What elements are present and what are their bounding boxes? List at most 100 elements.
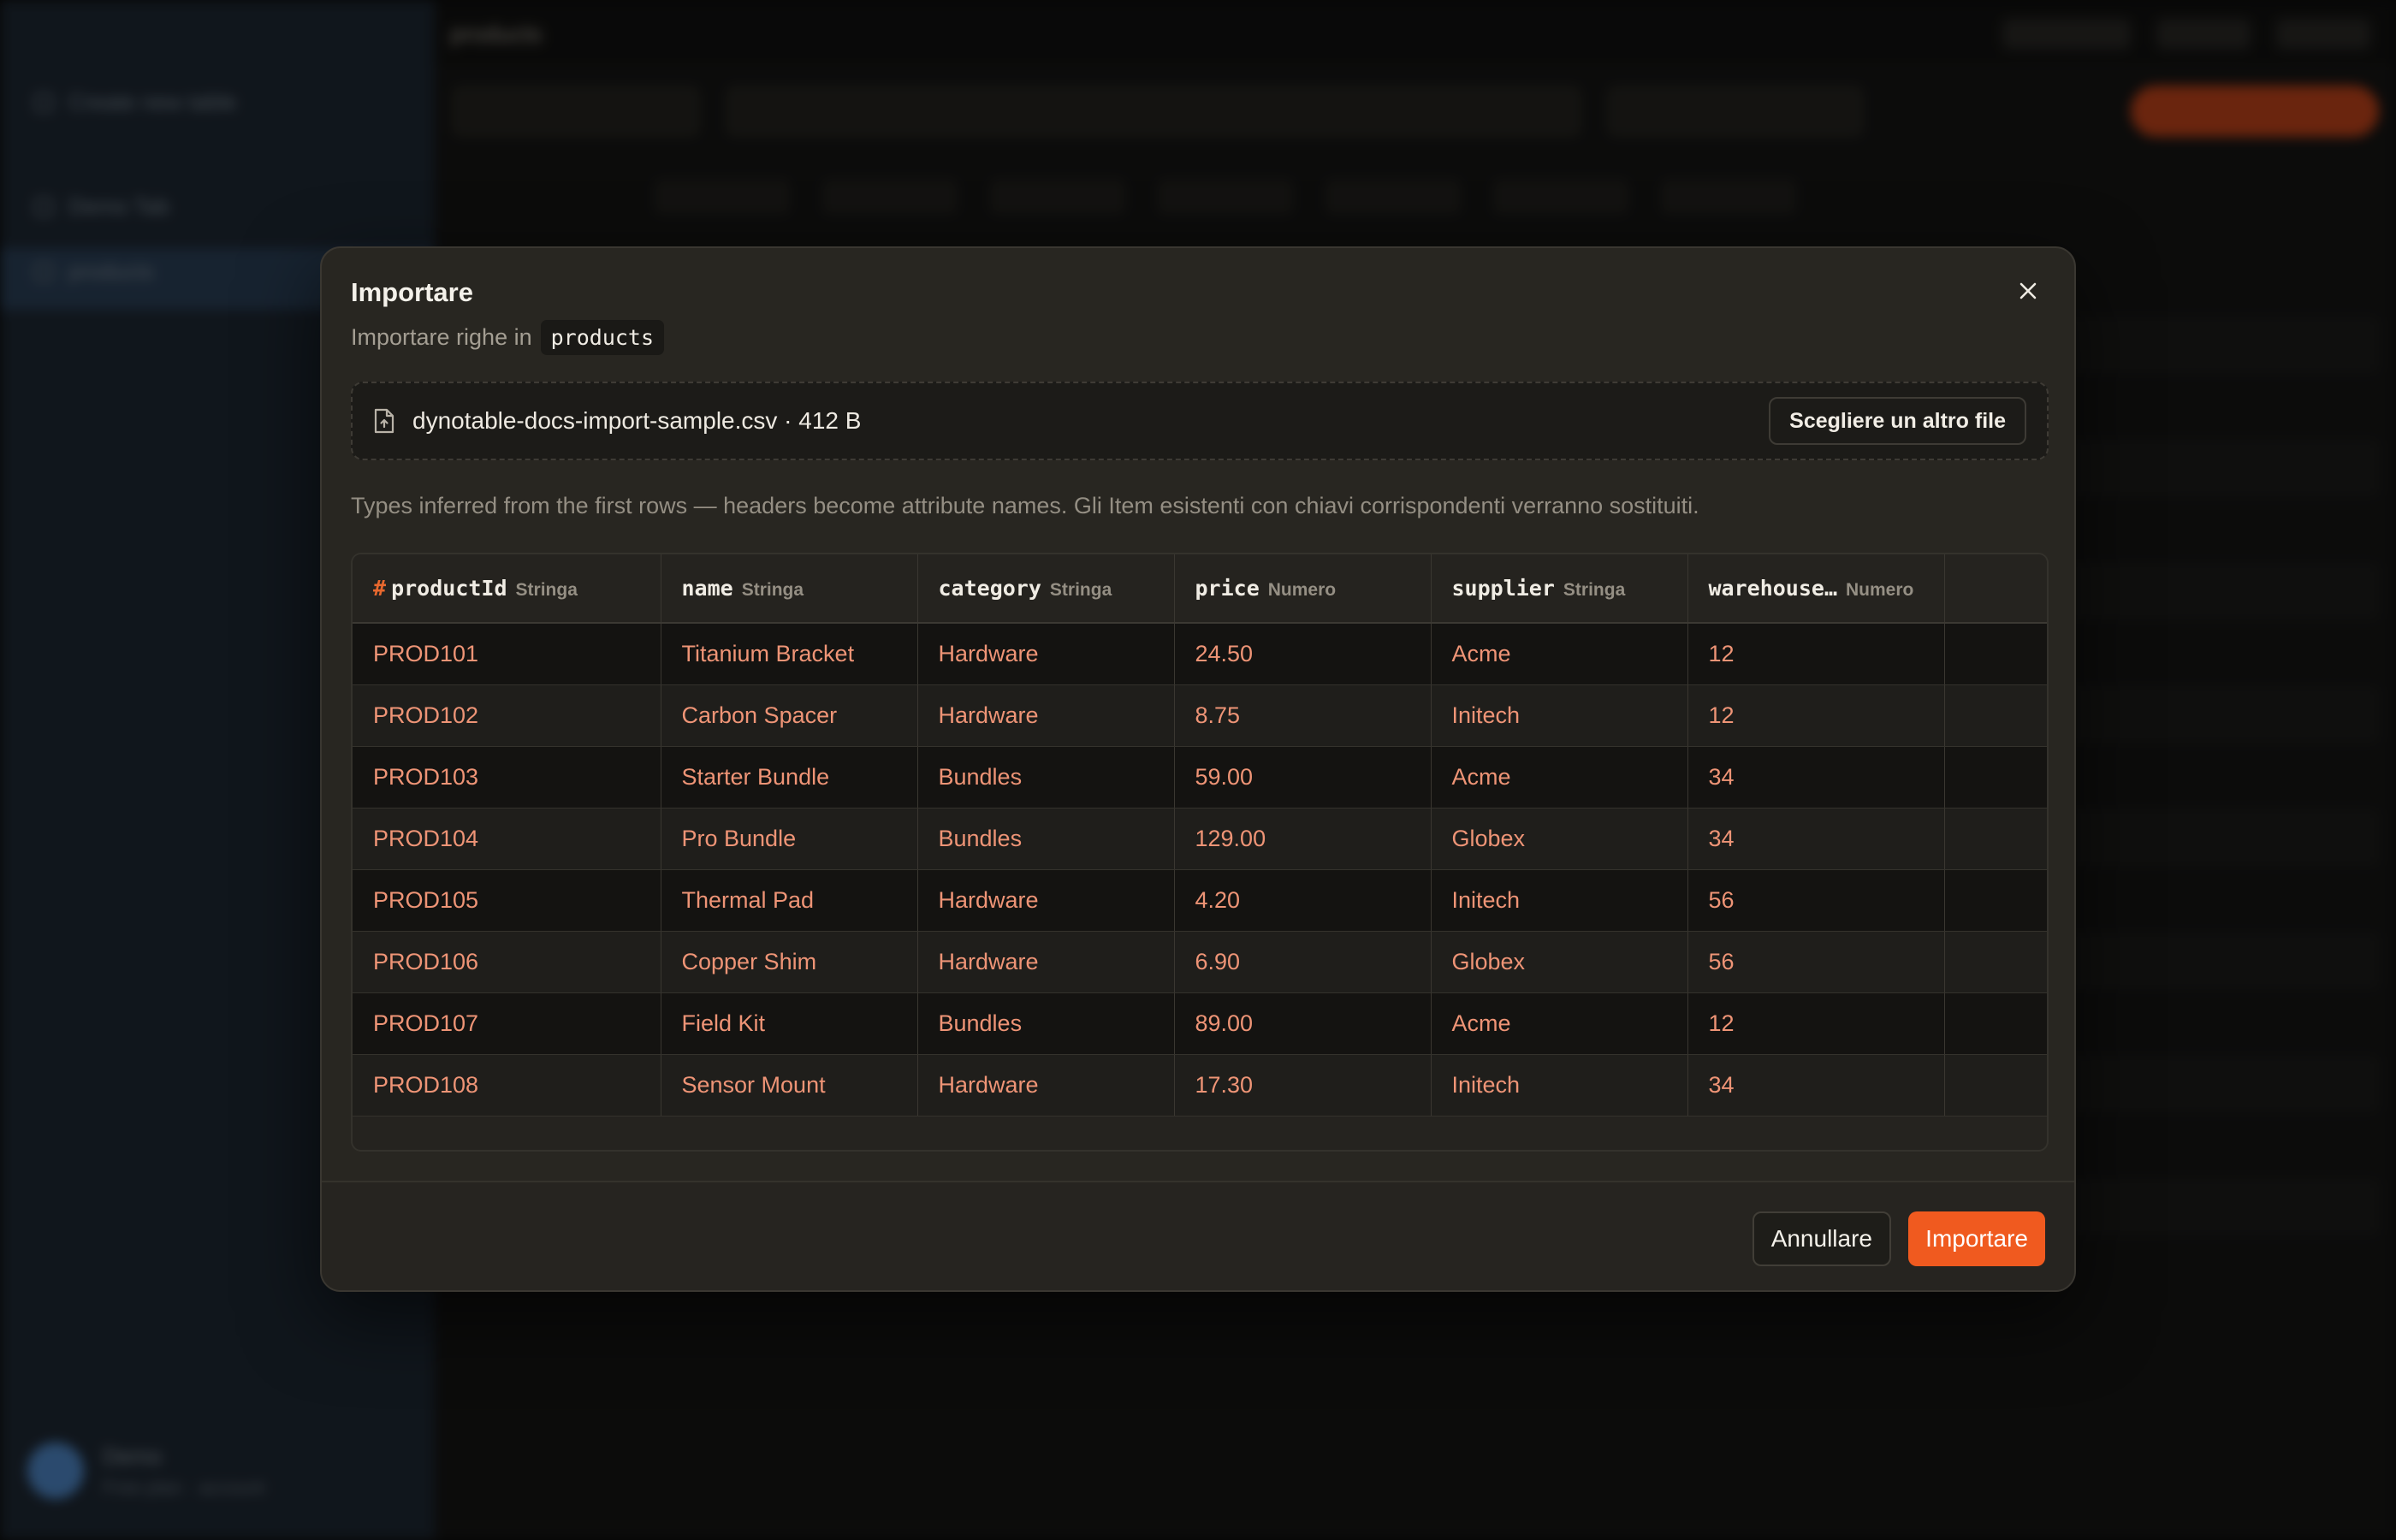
column-name: warehouse… bbox=[1708, 576, 1838, 601]
table-row: PROD103 Starter Bundle Bundles 59.00 Acme 34 bbox=[353, 746, 2047, 808]
row-filler bbox=[1944, 684, 2047, 747]
table-cell-warehouse: 12 bbox=[1687, 684, 1945, 747]
row-filler bbox=[1944, 869, 2047, 932]
preview-table-header: # productId Stringa name Stringa category Stri… bbox=[353, 554, 2047, 624]
file-dropzone[interactable]: dynotable-docs-import-sample.csv · 412 B… bbox=[351, 382, 2049, 460]
table-cell-warehouse: 56 bbox=[1687, 869, 1945, 932]
column-name: name bbox=[681, 576, 733, 601]
table-cell-supplier: Globex bbox=[1431, 931, 1688, 993]
table-cell-category: Hardware bbox=[917, 869, 1175, 932]
table-cell-supplier: Initech bbox=[1431, 684, 1688, 747]
table-row: PROD107 Field Kit Bundles 89.00 Acme 12 bbox=[353, 992, 2047, 1055]
partition-key-icon: # bbox=[373, 576, 387, 601]
table-cell-category: Hardware bbox=[917, 1054, 1175, 1116]
table-cell-price: 129.00 bbox=[1174, 808, 1432, 870]
preview-table: # productId Stringa name Stringa category Stri… bbox=[353, 554, 2047, 1116]
table-cell-productid: PROD101 bbox=[353, 623, 661, 685]
table-cell-price: 59.00 bbox=[1174, 746, 1432, 808]
table-cell-productid: PROD104 bbox=[353, 808, 661, 870]
table-cell-warehouse: 34 bbox=[1687, 746, 1945, 808]
column-name: category bbox=[938, 576, 1041, 601]
dialog-subtitle: Importare righe in products bbox=[351, 320, 665, 355]
close-button[interactable] bbox=[2011, 274, 2045, 308]
table-cell-warehouse: 56 bbox=[1687, 931, 1945, 993]
column-header-3: price Numero bbox=[1174, 554, 1432, 624]
import-dialog: Importare Importare righe in products dy… bbox=[320, 246, 2076, 1292]
table-cell-supplier: Acme bbox=[1431, 746, 1688, 808]
row-filler bbox=[1944, 746, 2047, 808]
table-row: PROD102 Carbon Spacer Hardware 8.75 Initech 1… bbox=[353, 684, 2047, 747]
table-cell-price: 6.90 bbox=[1174, 931, 1432, 993]
table-cell-name: Carbon Spacer bbox=[661, 684, 918, 747]
table-cell-category: Hardware bbox=[917, 931, 1175, 993]
row-filler bbox=[1944, 931, 2047, 993]
target-table-name: products bbox=[540, 320, 665, 355]
table-cell-category: Bundles bbox=[917, 808, 1175, 870]
table-row: PROD101 Titanium Bracket Hardware 24.50 Acme… bbox=[353, 623, 2047, 685]
column-name: productId bbox=[391, 576, 507, 601]
table-cell-warehouse: 34 bbox=[1687, 808, 1945, 870]
table-cell-price: 4.20 bbox=[1174, 869, 1432, 932]
table-cell-name: Starter Bundle bbox=[661, 746, 918, 808]
preview-table-body: PROD101 Titanium Bracket Hardware 24.50 Acme… bbox=[353, 623, 2047, 1116]
row-filler bbox=[1944, 808, 2047, 870]
column-type: Stringa bbox=[1049, 580, 1112, 600]
table-cell-category: Bundles bbox=[917, 992, 1175, 1055]
table-cell-name: Copper Shim bbox=[661, 931, 918, 993]
table-cell-productid: PROD107 bbox=[353, 992, 661, 1055]
column-type: Numero bbox=[1846, 580, 1914, 600]
table-cell-category: Hardware bbox=[917, 684, 1175, 747]
table-row: PROD108 Sensor Mount Hardware 17.30 Initech 3… bbox=[353, 1054, 2047, 1116]
table-cell-name: Sensor Mount bbox=[661, 1054, 918, 1116]
table-cell-name: Thermal Pad bbox=[661, 869, 918, 932]
table-row: PROD106 Copper Shim Hardware 6.90 Globex 56 bbox=[353, 931, 2047, 993]
table-row: PROD105 Thermal Pad Hardware 4.20 Initech 56 bbox=[353, 869, 2047, 932]
table-cell-supplier: Acme bbox=[1431, 623, 1688, 685]
table-cell-supplier: Globex bbox=[1431, 808, 1688, 870]
table-cell-warehouse: 12 bbox=[1687, 623, 1945, 685]
table-cell-warehouse: 12 bbox=[1687, 992, 1945, 1055]
close-icon bbox=[2019, 282, 2037, 299]
table-cell-price: 89.00 bbox=[1174, 992, 1432, 1055]
table-cell-supplier: Acme bbox=[1431, 992, 1688, 1055]
import-button[interactable]: Importare bbox=[1908, 1211, 2045, 1266]
table-row: PROD104 Pro Bundle Bundles 129.00 Globex 34 bbox=[353, 808, 2047, 870]
table-cell-category: Bundles bbox=[917, 746, 1175, 808]
dialog-title: Importare bbox=[351, 277, 473, 307]
column-header-0: # productId Stringa bbox=[353, 554, 661, 624]
table-cell-name: Field Kit bbox=[661, 992, 918, 1055]
preview-table-container[interactable]: # productId Stringa name Stringa category Stri… bbox=[351, 553, 2049, 1152]
table-cell-productid: PROD102 bbox=[353, 684, 661, 747]
table-cell-supplier: Initech bbox=[1431, 1054, 1688, 1116]
table-cell-price: 8.75 bbox=[1174, 684, 1432, 747]
table-cell-productid: PROD103 bbox=[353, 746, 661, 808]
cancel-button[interactable]: Annullare bbox=[1752, 1211, 1891, 1266]
column-header-4: supplier Stringa bbox=[1431, 554, 1688, 624]
table-cell-price: 24.50 bbox=[1174, 623, 1432, 685]
table-cell-productid: PROD105 bbox=[353, 869, 661, 932]
column-type: Stringa bbox=[1563, 580, 1626, 600]
row-filler bbox=[1944, 992, 2047, 1055]
table-cell-price: 17.30 bbox=[1174, 1054, 1432, 1116]
choose-another-file-button[interactable]: Scegliere un altro file bbox=[1769, 397, 2026, 445]
header-filler bbox=[1944, 554, 2047, 624]
selected-file-name: dynotable-docs-import-sample.csv · 412 B bbox=[412, 407, 862, 434]
table-cell-warehouse: 34 bbox=[1687, 1054, 1945, 1116]
table-cell-name: Pro Bundle bbox=[661, 808, 918, 870]
row-filler bbox=[1944, 1054, 2047, 1116]
table-cell-supplier: Initech bbox=[1431, 869, 1688, 932]
table-cell-productid: PROD108 bbox=[353, 1054, 661, 1116]
table-cell-name: Titanium Bracket bbox=[661, 623, 918, 685]
dialog-footer: Annullare Importare bbox=[322, 1181, 2074, 1290]
row-filler bbox=[1944, 623, 2047, 685]
column-header-2: category Stringa bbox=[917, 554, 1175, 624]
column-type: Stringa bbox=[741, 580, 804, 600]
column-name: supplier bbox=[1451, 576, 1555, 601]
column-type: Numero bbox=[1267, 580, 1337, 600]
subtitle-prefix: Importare righe in bbox=[351, 324, 532, 350]
column-name: price bbox=[1195, 576, 1260, 601]
column-header-1: name Stringa bbox=[661, 554, 918, 624]
column-header-5: warehouse… Numero bbox=[1687, 554, 1945, 624]
table-cell-productid: PROD106 bbox=[353, 931, 661, 993]
column-type: Stringa bbox=[515, 580, 578, 600]
